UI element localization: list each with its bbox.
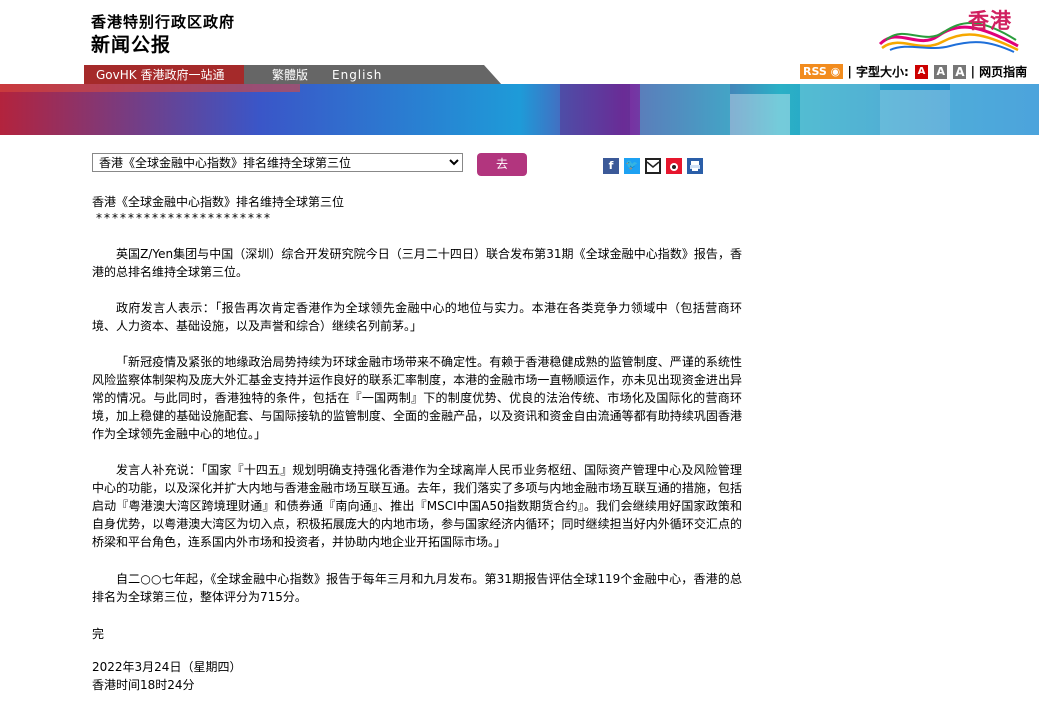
top-nav: GovHK 香港政府一站通 繁體版 English xyxy=(84,65,502,85)
page-header: 香港特别行政区政府 新闻公报 香港 xyxy=(0,0,1039,62)
go-button[interactable]: 去 xyxy=(477,153,527,176)
facebook-icon[interactable]: f xyxy=(603,158,619,174)
font-size-small-button[interactable]: A xyxy=(915,64,929,79)
article-paragraph: 「新冠疫情及紧张的地缘政治局势持续为环球金融市场带来不确定性。有赖于香港稳健成熟… xyxy=(92,355,742,441)
print-icon[interactable] xyxy=(687,158,703,174)
end-mark: 完 xyxy=(92,627,105,641)
rss-label: RSS xyxy=(803,65,827,78)
twitter-icon[interactable]: 🐦 xyxy=(624,158,640,174)
email-icon[interactable] xyxy=(645,158,661,174)
font-size-large-button[interactable]: A xyxy=(953,64,967,79)
toolbar: RSS ◉ | 字型大小: A A A | 网页指南 xyxy=(800,63,1027,81)
web-guide-link[interactable]: 网页指南 xyxy=(979,65,1027,79)
article-paragraph: 自二○○七年起，《全球金融中心指数》报告于每年三月和九月发布。第31期报告评估全… xyxy=(92,572,742,604)
traditional-chinese-link[interactable]: 繁體版 xyxy=(272,65,308,85)
release-date: 2022年3月24日（星期四） xyxy=(92,660,242,674)
decorative-banner xyxy=(0,84,1039,135)
logo-text: 香港 xyxy=(968,9,1012,33)
government-name: 香港特别行政区政府 xyxy=(91,13,236,31)
article-paragraph: 发言人补充说：「国家『十四五』规划明确支持强化香港作为全球离岸人民币业务枢纽、国… xyxy=(92,463,742,549)
font-size-medium-button[interactable]: A xyxy=(934,64,948,79)
article-select[interactable]: 香港《全球金融中心指数》排名维持全球第三位 xyxy=(92,153,463,172)
title-separator: ********************** xyxy=(96,211,272,225)
article-paragraph: 英国Z/Yen集团与中国（深圳）综合开发研究院今日（三月二十四日）联合发布第31… xyxy=(92,247,742,279)
article-title: 香港《全球金融中心指数》排名维持全球第三位 xyxy=(92,195,345,209)
govhk-link[interactable]: GovHK 香港政府一站通 xyxy=(84,65,244,85)
english-link[interactable]: English xyxy=(332,65,382,85)
weibo-icon[interactable] xyxy=(666,158,682,174)
release-time: 香港时间18时24分 xyxy=(92,678,195,692)
article-paragraph: 政府发言人表示：「报告再次肯定香港作为全球领先金融中心的地位与实力。本港在各类竞… xyxy=(92,301,742,333)
font-size-label: 字型大小: xyxy=(856,65,909,79)
rss-icon[interactable]: RSS ◉ xyxy=(800,64,844,79)
page-title: 新闻公报 xyxy=(91,34,172,56)
